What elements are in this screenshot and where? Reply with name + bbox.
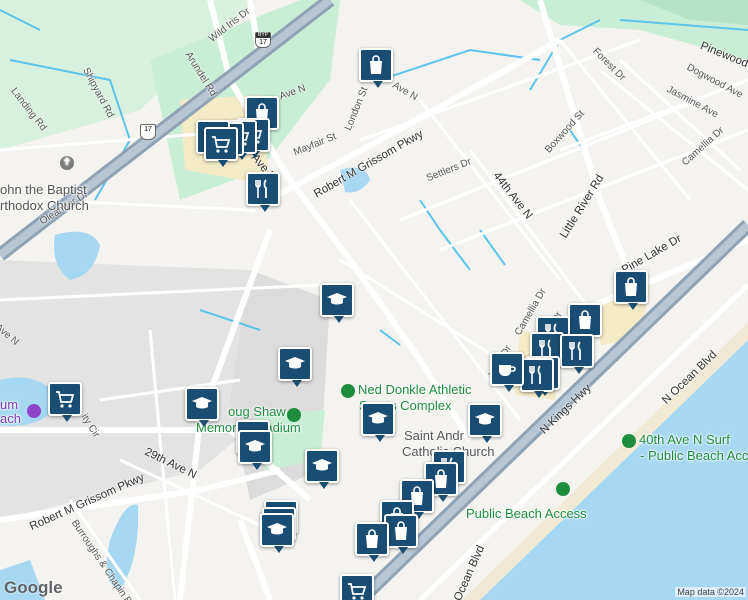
map-attribution[interactable]: Map data ©2024 — [675, 587, 746, 597]
map-marker-school[interactable] — [468, 403, 502, 443]
church-icon: ✝ — [60, 154, 77, 170]
museum-label[interactable]: um ach — [0, 398, 21, 426]
map-marker-restaurant[interactable] — [246, 172, 280, 212]
map-marker-coffee[interactable] — [490, 352, 524, 392]
map-marker-shopping-cart[interactable] — [340, 574, 374, 600]
map-marker-shopping-bag[interactable] — [614, 270, 648, 310]
beach-tree-icon — [556, 480, 573, 496]
stadium-icon — [287, 406, 304, 422]
map-marker-shopping-bag[interactable] — [568, 303, 602, 343]
map-marker-shopping-cart[interactable] — [204, 127, 238, 167]
map-marker-shopping-bag[interactable] — [359, 48, 393, 88]
church-label: ohn the Baptist rthodox Church — [0, 182, 89, 213]
park-pin-icon — [622, 433, 636, 448]
map-marker-school[interactable] — [260, 513, 294, 553]
map-marker-shopping-cart[interactable] — [48, 382, 82, 422]
map-marker-restaurant[interactable] — [560, 334, 594, 374]
route-17-shield: 17 — [140, 124, 156, 140]
map-marker-restaurant[interactable] — [520, 358, 554, 398]
map-canvas[interactable]: Wild Iris Dr Arundel Rd Shipyard Rd Land… — [0, 0, 748, 600]
park-pin-icon — [341, 383, 355, 398]
map-marker-school[interactable] — [320, 283, 354, 323]
google-logo: Google — [4, 578, 63, 597]
map-marker-shopping-bag[interactable] — [355, 522, 389, 562]
map-marker-school[interactable] — [238, 430, 272, 470]
route-17-bypass-shield: BYP 17 — [255, 32, 271, 48]
map-marker-school[interactable] — [278, 347, 312, 387]
map-marker-school[interactable] — [361, 402, 395, 442]
map-marker-school[interactable] — [305, 449, 339, 489]
map-marker-school[interactable] — [185, 387, 219, 427]
public-beach-label[interactable]: Public Beach Access — [466, 506, 587, 521]
beach-40th-label[interactable]: 40th Ave N Surf - Public Beach Acc — [622, 432, 748, 464]
museum-icon — [27, 402, 44, 418]
map-marker-shopping-bag[interactable] — [384, 514, 418, 554]
